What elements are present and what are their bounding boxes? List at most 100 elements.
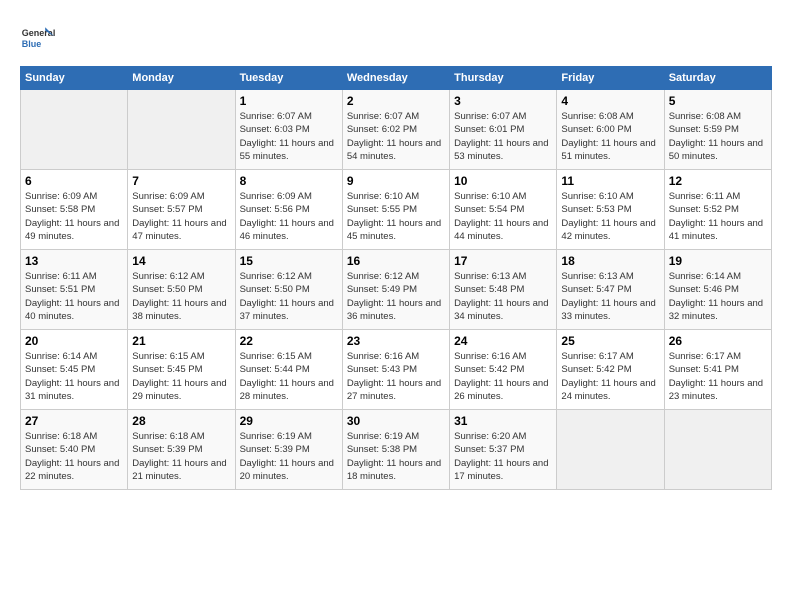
- calendar-cell: 17 Sunrise: 6:13 AMSunset: 5:48 PMDayligh…: [450, 250, 557, 330]
- calendar-cell: 5 Sunrise: 6:08 AMSunset: 5:59 PMDaylight…: [664, 90, 771, 170]
- col-header-sunday: Sunday: [21, 67, 128, 90]
- calendar-cell: 25 Sunrise: 6:17 AMSunset: 5:42 PMDayligh…: [557, 330, 664, 410]
- col-header-tuesday: Tuesday: [235, 67, 342, 90]
- day-number: 2: [347, 94, 445, 108]
- col-header-friday: Friday: [557, 67, 664, 90]
- calendar-cell: 26 Sunrise: 6:17 AMSunset: 5:41 PMDayligh…: [664, 330, 771, 410]
- day-number: 17: [454, 254, 552, 268]
- day-details: Sunrise: 6:10 AMSunset: 5:53 PMDaylight:…: [561, 190, 659, 243]
- col-header-thursday: Thursday: [450, 67, 557, 90]
- calendar-cell: 9Sunrise: 6:10 AMSunset: 5:55 PMDaylight…: [342, 170, 449, 250]
- calendar-cell: 2 Sunrise: 6:07 AMSunset: 6:02 PMDaylight…: [342, 90, 449, 170]
- day-number: 19: [669, 254, 767, 268]
- day-details: Sunrise: 6:15 AMSunset: 5:44 PMDaylight:…: [240, 350, 338, 403]
- calendar-cell: 15 Sunrise: 6:12 AMSunset: 5:50 PMDayligh…: [235, 250, 342, 330]
- calendar-cell: 10 Sunrise: 6:10 AMSunset: 5:54 PMDayligh…: [450, 170, 557, 250]
- col-header-monday: Monday: [128, 67, 235, 90]
- calendar-cell: 4 Sunrise: 6:08 AMSunset: 6:00 PMDaylight…: [557, 90, 664, 170]
- day-details: Sunrise: 6:17 AMSunset: 5:41 PMDaylight:…: [669, 350, 767, 403]
- day-number: 27: [25, 414, 123, 428]
- calendar-cell: 28 Sunrise: 6:18 AMSunset: 5:39 PMDayligh…: [128, 410, 235, 490]
- day-details: Sunrise: 6:12 AMSunset: 5:50 PMDaylight:…: [240, 270, 338, 323]
- day-details: Sunrise: 6:07 AMSunset: 6:01 PMDaylight:…: [454, 110, 552, 163]
- calendar-cell: 31Sunrise: 6:20 AMSunset: 5:37 PMDayligh…: [450, 410, 557, 490]
- day-number: 4: [561, 94, 659, 108]
- day-number: 10: [454, 174, 552, 188]
- calendar-cell: [557, 410, 664, 490]
- day-details: Sunrise: 6:18 AMSunset: 5:39 PMDaylight:…: [132, 430, 230, 483]
- day-details: Sunrise: 6:17 AMSunset: 5:42 PMDaylight:…: [561, 350, 659, 403]
- calendar-cell: 16Sunrise: 6:12 AMSunset: 5:49 PMDayligh…: [342, 250, 449, 330]
- page-header: General Blue: [20, 20, 772, 56]
- calendar-cell: 30 Sunrise: 6:19 AMSunset: 5:38 PMDayligh…: [342, 410, 449, 490]
- day-details: Sunrise: 6:11 AMSunset: 5:52 PMDaylight:…: [669, 190, 767, 243]
- calendar-cell: [21, 90, 128, 170]
- day-details: Sunrise: 6:16 AMSunset: 5:42 PMDaylight:…: [454, 350, 552, 403]
- day-number: 18: [561, 254, 659, 268]
- day-details: Sunrise: 6:13 AMSunset: 5:47 PMDaylight:…: [561, 270, 659, 323]
- day-details: Sunrise: 6:12 AMSunset: 5:50 PMDaylight:…: [132, 270, 230, 323]
- col-header-saturday: Saturday: [664, 67, 771, 90]
- calendar-cell: 20Sunrise: 6:14 AMSunset: 5:45 PMDayligh…: [21, 330, 128, 410]
- day-details: Sunrise: 6:16 AMSunset: 5:43 PMDaylight:…: [347, 350, 445, 403]
- calendar-cell: 23 Sunrise: 6:16 AMSunset: 5:43 PMDayligh…: [342, 330, 449, 410]
- calendar-cell: 11 Sunrise: 6:10 AMSunset: 5:53 PMDayligh…: [557, 170, 664, 250]
- day-number: 28: [132, 414, 230, 428]
- calendar-cell: 14 Sunrise: 6:12 AMSunset: 5:50 PMDayligh…: [128, 250, 235, 330]
- calendar-cell: [664, 410, 771, 490]
- day-details: Sunrise: 6:09 AMSunset: 5:56 PMDaylight:…: [240, 190, 338, 243]
- day-number: 7: [132, 174, 230, 188]
- day-details: Sunrise: 6:15 AMSunset: 5:45 PMDaylight:…: [132, 350, 230, 403]
- day-number: 20: [25, 334, 123, 348]
- calendar-cell: 12Sunrise: 6:11 AMSunset: 5:52 PMDayligh…: [664, 170, 771, 250]
- day-number: 5: [669, 94, 767, 108]
- day-details: Sunrise: 6:08 AMSunset: 6:00 PMDaylight:…: [561, 110, 659, 163]
- day-number: 26: [669, 334, 767, 348]
- svg-text:Blue: Blue: [22, 39, 42, 49]
- calendar-cell: 29 Sunrise: 6:19 AMSunset: 5:39 PMDayligh…: [235, 410, 342, 490]
- day-number: 11: [561, 174, 659, 188]
- day-number: 16: [347, 254, 445, 268]
- calendar-cell: 24 Sunrise: 6:16 AMSunset: 5:42 PMDayligh…: [450, 330, 557, 410]
- day-number: 3: [454, 94, 552, 108]
- day-number: 22: [240, 334, 338, 348]
- day-details: Sunrise: 6:09 AMSunset: 5:57 PMDaylight:…: [132, 190, 230, 243]
- calendar-cell: 6 Sunrise: 6:09 AMSunset: 5:58 PMDaylight…: [21, 170, 128, 250]
- calendar-cell: [128, 90, 235, 170]
- day-details: Sunrise: 6:10 AMSunset: 5:54 PMDaylight:…: [454, 190, 552, 243]
- day-details: Sunrise: 6:13 AMSunset: 5:48 PMDaylight:…: [454, 270, 552, 323]
- day-details: Sunrise: 6:14 AMSunset: 5:46 PMDaylight:…: [669, 270, 767, 323]
- calendar-cell: 7 Sunrise: 6:09 AMSunset: 5:57 PMDaylight…: [128, 170, 235, 250]
- day-number: 25: [561, 334, 659, 348]
- calendar-cell: 3 Sunrise: 6:07 AMSunset: 6:01 PMDaylight…: [450, 90, 557, 170]
- calendar-cell: 18 Sunrise: 6:13 AMSunset: 5:47 PMDayligh…: [557, 250, 664, 330]
- day-number: 23: [347, 334, 445, 348]
- calendar-table: SundayMondayTuesdayWednesdayThursdayFrid…: [20, 66, 772, 490]
- calendar-cell: 19 Sunrise: 6:14 AMSunset: 5:46 PMDayligh…: [664, 250, 771, 330]
- day-number: 13: [25, 254, 123, 268]
- day-number: 24: [454, 334, 552, 348]
- day-details: Sunrise: 6:19 AMSunset: 5:38 PMDaylight:…: [347, 430, 445, 483]
- logo: General Blue: [20, 20, 56, 56]
- col-header-wednesday: Wednesday: [342, 67, 449, 90]
- day-details: Sunrise: 6:19 AMSunset: 5:39 PMDaylight:…: [240, 430, 338, 483]
- calendar-cell: 21 Sunrise: 6:15 AMSunset: 5:45 PMDayligh…: [128, 330, 235, 410]
- day-details: Sunrise: 6:07 AMSunset: 6:03 PMDaylight:…: [240, 110, 338, 163]
- day-number: 8: [240, 174, 338, 188]
- day-details: Sunrise: 6:18 AMSunset: 5:40 PMDaylight:…: [25, 430, 123, 483]
- calendar-cell: 27 Sunrise: 6:18 AMSunset: 5:40 PMDayligh…: [21, 410, 128, 490]
- day-number: 9: [347, 174, 445, 188]
- day-details: Sunrise: 6:07 AMSunset: 6:02 PMDaylight:…: [347, 110, 445, 163]
- day-details: Sunrise: 6:11 AMSunset: 5:51 PMDaylight:…: [25, 270, 123, 323]
- day-number: 14: [132, 254, 230, 268]
- day-number: 6: [25, 174, 123, 188]
- day-details: Sunrise: 6:08 AMSunset: 5:59 PMDaylight:…: [669, 110, 767, 163]
- day-number: 15: [240, 254, 338, 268]
- calendar-cell: 13 Sunrise: 6:11 AMSunset: 5:51 PMDayligh…: [21, 250, 128, 330]
- day-number: 21: [132, 334, 230, 348]
- day-details: Sunrise: 6:09 AMSunset: 5:58 PMDaylight:…: [25, 190, 123, 243]
- day-number: 30: [347, 414, 445, 428]
- day-number: 29: [240, 414, 338, 428]
- calendar-cell: 8 Sunrise: 6:09 AMSunset: 5:56 PMDaylight…: [235, 170, 342, 250]
- calendar-cell: 22 Sunrise: 6:15 AMSunset: 5:44 PMDayligh…: [235, 330, 342, 410]
